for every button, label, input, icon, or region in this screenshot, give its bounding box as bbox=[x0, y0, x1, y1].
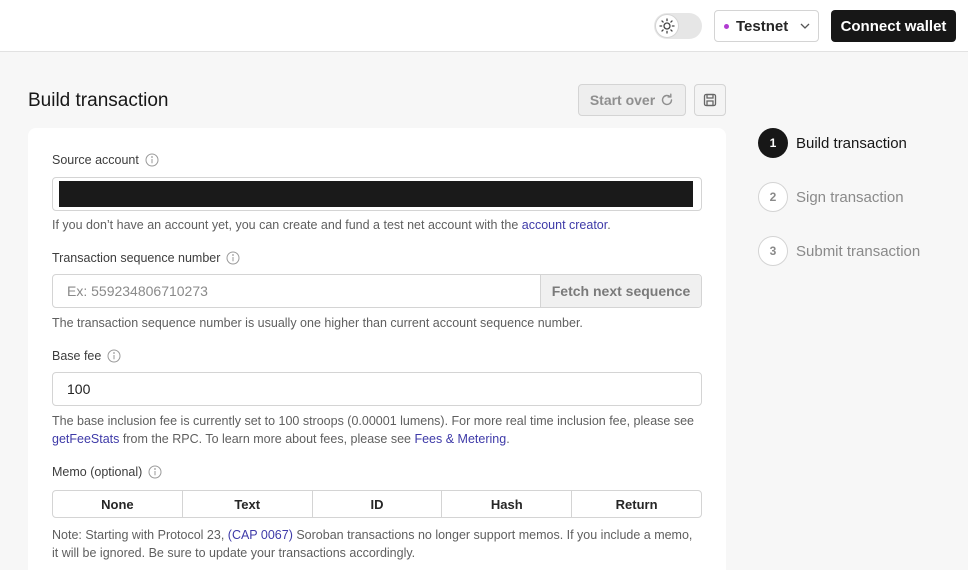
base-fee-label-text: Base fee bbox=[52, 349, 102, 363]
memo-option-none[interactable]: None bbox=[53, 491, 183, 517]
network-label: Testnet bbox=[736, 17, 789, 35]
step-number: 2 bbox=[758, 182, 788, 212]
save-icon bbox=[703, 93, 717, 107]
network-status-dot bbox=[724, 23, 729, 29]
memo-option-id[interactable]: ID bbox=[313, 491, 443, 517]
save-button[interactable] bbox=[694, 84, 726, 116]
base-fee-input[interactable] bbox=[67, 373, 667, 405]
info-icon[interactable] bbox=[226, 251, 240, 265]
step-label: Submit transaction bbox=[796, 242, 921, 260]
source-account-label: Source account bbox=[52, 153, 159, 167]
memo-option-text[interactable]: Text bbox=[183, 491, 313, 517]
step-submit: 3 Submit transaction bbox=[758, 236, 920, 266]
memo-type-selector: None Text ID Hash Return bbox=[52, 490, 702, 518]
fee-help-text-2: from the RPC. To learn more about fees, … bbox=[119, 432, 415, 446]
memo-label-text: Memo (optional) bbox=[52, 465, 143, 479]
cap-0067-link[interactable]: (CAP 0067) bbox=[228, 528, 293, 542]
source-account-input[interactable] bbox=[52, 177, 702, 211]
theme-toggle[interactable] bbox=[654, 13, 702, 39]
sequence-input[interactable] bbox=[67, 275, 537, 307]
info-icon[interactable] bbox=[148, 465, 162, 479]
memo-option-hash[interactable]: Hash bbox=[442, 491, 573, 517]
get-fee-stats-link[interactable]: getFeeStats bbox=[52, 432, 119, 446]
memo-note: Note: Starting with Protocol 23, (CAP 00… bbox=[52, 526, 702, 562]
step-label: Sign transaction bbox=[796, 188, 904, 206]
start-over-label: Start over bbox=[589, 92, 656, 108]
start-over-button[interactable]: Start over bbox=[578, 84, 686, 116]
source-account-help: If you don’t have an account yet, you ca… bbox=[52, 216, 702, 234]
info-icon[interactable] bbox=[107, 349, 121, 363]
memo-label: Memo (optional) bbox=[52, 465, 162, 479]
step-sign: 2 Sign transaction bbox=[758, 182, 904, 212]
fetch-next-sequence-button[interactable]: Fetch next sequence bbox=[540, 275, 701, 307]
source-help-suffix: . bbox=[607, 218, 611, 232]
top-bar: Testnet Connect wallet bbox=[0, 0, 968, 52]
step-number: 1 bbox=[758, 128, 788, 158]
connect-wallet-button[interactable]: Connect wallet bbox=[831, 10, 956, 42]
source-account-label-text: Source account bbox=[52, 153, 139, 167]
source-help-text: If you don’t have an account yet, you ca… bbox=[52, 218, 522, 232]
redacted-value bbox=[59, 181, 693, 207]
step-build: 1 Build transaction bbox=[758, 128, 907, 158]
fee-help-text-3: . bbox=[506, 432, 510, 446]
memo-note-text: Note: Starting with Protocol 23, bbox=[52, 528, 228, 542]
base-fee-field bbox=[52, 372, 702, 406]
sequence-label: Transaction sequence number bbox=[52, 251, 240, 265]
page-title: Build transaction bbox=[28, 90, 169, 111]
fees-metering-link[interactable]: Fees & Metering bbox=[414, 432, 506, 446]
sequence-field: Fetch next sequence bbox=[52, 274, 702, 308]
refresh-icon bbox=[660, 93, 674, 107]
fee-help-text: The base inclusion fee is currently set … bbox=[52, 414, 694, 428]
chevron-down-icon bbox=[800, 23, 810, 29]
base-fee-help: The base inclusion fee is currently set … bbox=[52, 412, 702, 448]
memo-option-return[interactable]: Return bbox=[572, 491, 701, 517]
sequence-help: The transaction sequence number is usual… bbox=[52, 316, 583, 330]
step-label: Build transaction bbox=[796, 134, 907, 152]
sequence-label-text: Transaction sequence number bbox=[52, 251, 221, 265]
step-number: 3 bbox=[758, 236, 788, 266]
network-selector[interactable]: Testnet bbox=[714, 10, 819, 42]
info-icon[interactable] bbox=[145, 153, 159, 167]
base-fee-label: Base fee bbox=[52, 349, 121, 363]
account-creator-link[interactable]: account creator bbox=[522, 218, 607, 232]
sun-icon bbox=[655, 14, 679, 38]
